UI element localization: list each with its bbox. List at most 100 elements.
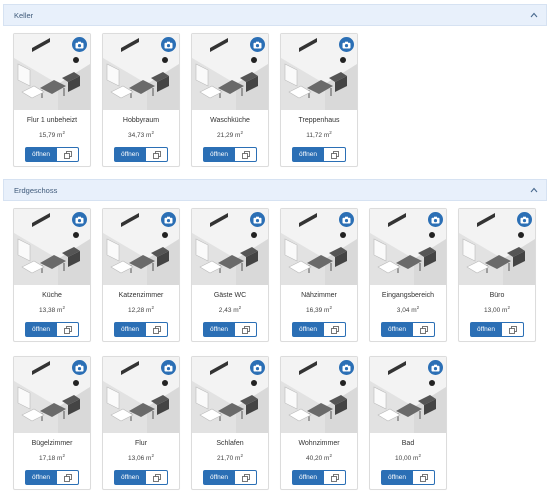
room-actions: öffnen bbox=[203, 470, 257, 485]
room-area-unit: 2 bbox=[151, 130, 154, 135]
copy-button[interactable] bbox=[413, 322, 435, 337]
room-name: Schlafen bbox=[216, 440, 244, 447]
room-thumbnail[interactable] bbox=[370, 209, 446, 285]
copy-button[interactable] bbox=[235, 470, 257, 485]
camera-icon[interactable] bbox=[250, 37, 265, 52]
camera-icon[interactable] bbox=[250, 360, 265, 375]
room-thumbnail[interactable] bbox=[14, 209, 90, 285]
copy-icon bbox=[419, 321, 428, 339]
copy-button[interactable] bbox=[146, 470, 168, 485]
copy-button[interactable] bbox=[324, 470, 346, 485]
open-button[interactable]: öffnen bbox=[25, 147, 57, 162]
open-button[interactable]: öffnen bbox=[381, 470, 413, 485]
room-name: Gäste WC bbox=[213, 292, 247, 299]
chevron-up-icon[interactable] bbox=[530, 186, 538, 194]
room-name: Flur 1 unbeheizt bbox=[26, 117, 78, 124]
copy-button[interactable] bbox=[324, 147, 346, 162]
room-thumbnail[interactable] bbox=[14, 34, 90, 110]
open-button[interactable]: öffnen bbox=[203, 322, 235, 337]
open-button[interactable]: öffnen bbox=[203, 470, 235, 485]
section-header-erdgeschoss[interactable]: Erdgeschoss bbox=[3, 179, 547, 201]
copy-icon bbox=[330, 146, 339, 164]
open-button[interactable]: öffnen bbox=[114, 470, 146, 485]
camera-icon[interactable] bbox=[517, 212, 532, 227]
room-name: Hobbyraum bbox=[122, 117, 160, 124]
room-actions: öffnen bbox=[25, 322, 79, 337]
room-area-value: 10,00 m bbox=[394, 455, 419, 463]
open-button[interactable]: öffnen bbox=[25, 470, 57, 485]
room-card: Küche 13,38 m2 öffnen bbox=[13, 208, 91, 342]
room-card: Wohnzimmer 40,20 m2 öffnen bbox=[280, 356, 358, 490]
camera-icon[interactable] bbox=[339, 360, 354, 375]
room-thumbnail[interactable] bbox=[103, 357, 179, 433]
open-button[interactable]: öffnen bbox=[25, 322, 57, 337]
room-area-value: 13,06 m bbox=[127, 455, 152, 463]
copy-icon bbox=[63, 469, 72, 487]
room-actions: öffnen bbox=[203, 322, 257, 337]
open-button[interactable]: öffnen bbox=[114, 147, 146, 162]
copy-button[interactable] bbox=[235, 147, 257, 162]
room-name: Treppenhaus bbox=[298, 117, 340, 124]
room-thumbnail[interactable] bbox=[103, 209, 179, 285]
copy-button[interactable] bbox=[413, 470, 435, 485]
room-thumbnail[interactable] bbox=[192, 209, 268, 285]
camera-icon[interactable] bbox=[428, 360, 443, 375]
room-name: Eingangsbereich bbox=[381, 292, 435, 299]
copy-button[interactable] bbox=[57, 147, 79, 162]
chevron-up-icon[interactable] bbox=[530, 11, 538, 19]
room-area: 13,38 m2 bbox=[14, 305, 90, 314]
room-name: Flur bbox=[134, 440, 148, 447]
copy-button[interactable] bbox=[324, 322, 346, 337]
room-area: 34,73 m2 bbox=[103, 130, 179, 139]
room-thumbnail[interactable] bbox=[281, 34, 357, 110]
open-button[interactable]: öffnen bbox=[114, 322, 146, 337]
room-card: Schlafen 21,70 m2 öffnen bbox=[191, 356, 269, 490]
room-area-value: 2,43 m bbox=[218, 307, 239, 315]
camera-icon[interactable] bbox=[161, 360, 176, 375]
camera-icon[interactable] bbox=[339, 37, 354, 52]
room-card: Treppenhaus 11,72 m2 öffnen bbox=[280, 33, 358, 167]
copy-button[interactable] bbox=[57, 322, 79, 337]
room-thumbnail[interactable] bbox=[370, 357, 446, 433]
room-card: Eingangsbereich 3,04 m2 öffnen bbox=[369, 208, 447, 342]
room-actions: öffnen bbox=[25, 147, 79, 162]
room-thumbnail[interactable] bbox=[192, 34, 268, 110]
open-button[interactable]: öffnen bbox=[203, 147, 235, 162]
room-thumbnail[interactable] bbox=[14, 357, 90, 433]
camera-icon[interactable] bbox=[72, 212, 87, 227]
open-button[interactable]: öffnen bbox=[292, 470, 324, 485]
copy-button[interactable] bbox=[502, 322, 524, 337]
camera-icon[interactable] bbox=[339, 212, 354, 227]
room-area-unit: 2 bbox=[62, 453, 65, 458]
camera-icon[interactable] bbox=[428, 212, 443, 227]
room-thumbnail[interactable] bbox=[281, 209, 357, 285]
open-button[interactable]: öffnen bbox=[292, 322, 324, 337]
open-button[interactable]: öffnen bbox=[292, 147, 324, 162]
copy-button[interactable] bbox=[235, 322, 257, 337]
room-actions: öffnen bbox=[114, 470, 168, 485]
room-area: 12,28 m2 bbox=[103, 305, 179, 314]
room-thumbnail[interactable] bbox=[459, 209, 535, 285]
camera-icon[interactable] bbox=[250, 212, 265, 227]
copy-button[interactable] bbox=[57, 470, 79, 485]
room-thumbnail[interactable] bbox=[192, 357, 268, 433]
camera-icon[interactable] bbox=[161, 37, 176, 52]
section-header-keller[interactable]: Keller bbox=[3, 4, 547, 26]
room-area-value: 34,73 m bbox=[127, 132, 152, 140]
camera-icon[interactable] bbox=[161, 212, 176, 227]
camera-icon[interactable] bbox=[72, 37, 87, 52]
copy-button[interactable] bbox=[146, 147, 168, 162]
room-thumbnail[interactable] bbox=[281, 357, 357, 433]
room-thumbnail[interactable] bbox=[103, 34, 179, 110]
room-area-unit: 2 bbox=[151, 305, 154, 310]
room-card: Waschküche 21,29 m2 öffnen bbox=[191, 33, 269, 167]
room-area-unit: 2 bbox=[62, 130, 65, 135]
room-area-unit: 2 bbox=[240, 130, 243, 135]
camera-icon[interactable] bbox=[72, 360, 87, 375]
copy-button[interactable] bbox=[146, 322, 168, 337]
room-area: 13,06 m2 bbox=[103, 453, 179, 462]
open-button[interactable]: öffnen bbox=[470, 322, 502, 337]
room-area-unit: 2 bbox=[240, 453, 243, 458]
open-button[interactable]: öffnen bbox=[381, 322, 413, 337]
copy-icon bbox=[330, 469, 339, 487]
